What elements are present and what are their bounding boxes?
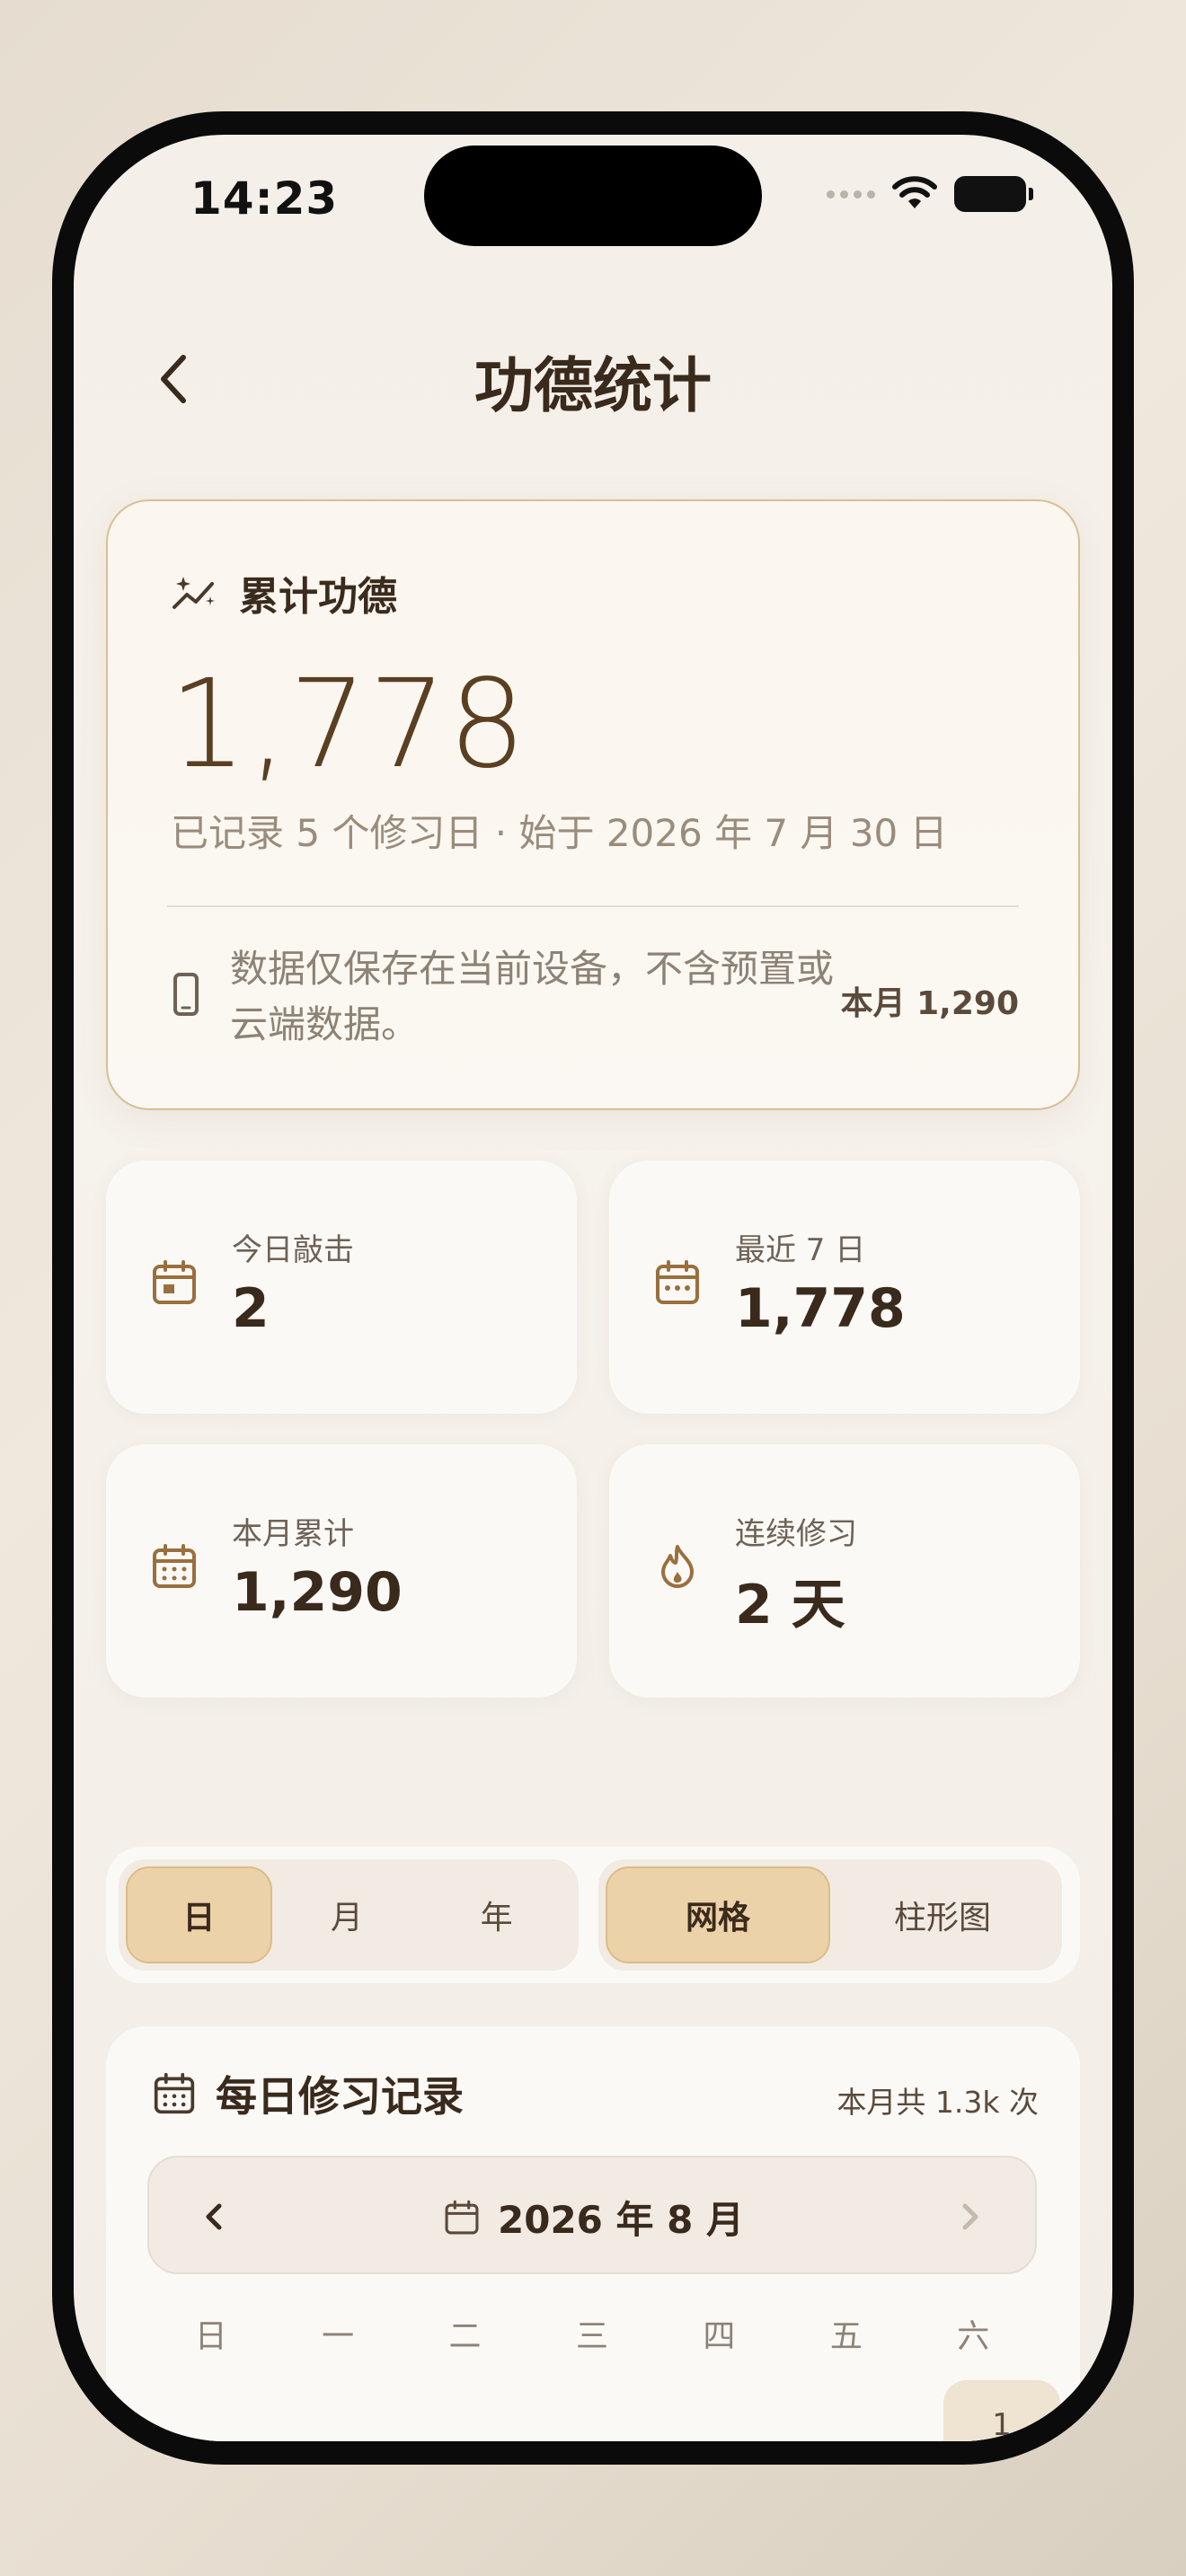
phone-icon <box>173 973 199 1016</box>
next-month-button[interactable] <box>951 2190 990 2244</box>
weekday-header: 日 一 二 三 四 五 六 <box>147 2310 1037 2357</box>
sparkle-trend-icon <box>173 577 215 609</box>
record-header: 每日修习记录 <box>153 2064 464 2123</box>
stat-card-streak: 连续修习 2 天 <box>609 1444 1080 1698</box>
calendar-week-icon <box>656 1260 699 1304</box>
battery-icon <box>954 176 1033 212</box>
stat-value: 1,778 <box>735 1277 906 1340</box>
stat-value: 1,290 <box>232 1561 403 1624</box>
record-total: 本月共 1.3k 次 <box>836 2085 1039 2120</box>
calendar-icon <box>445 2200 479 2234</box>
screen: 14:23 功德统计 累计功德 1,778 已记录 5 个修习日 · 始于 20… <box>74 135 1112 2441</box>
stat-label: 最近 7 日 <box>735 1232 866 1268</box>
stat-value: 2 天 <box>735 1574 845 1636</box>
stat-card-today: 今日敲击 2 <box>106 1160 577 1414</box>
month-navigator: 2026 年 8 月 <box>147 2156 1037 2274</box>
total-merit-card: 累计功德 1,778 已记录 5 个修习日 · 始于 2026 年 7 月 30… <box>106 499 1080 1110</box>
total-merit-subtitle: 已记录 5 个修习日 · 始于 2026 年 7 月 30 日 <box>171 811 948 855</box>
calendar-day-cell[interactable]: 1 <box>943 2380 1060 2441</box>
weekday-label: 一 <box>322 2318 355 2355</box>
total-merit-value: 1,778 <box>169 654 528 796</box>
calendar-month-icon <box>153 1544 196 1588</box>
daily-record-card: 每日修习记录 本月共 1.3k 次 2026 年 8 月 日 一 二 三 四 五… <box>106 2026 1080 2441</box>
calendar-icon <box>153 1260 196 1304</box>
month-text: 2026 年 8 月 <box>498 2198 744 2242</box>
weekday-label: 四 <box>703 2318 736 2355</box>
stat-label: 今日敲击 <box>232 1232 354 1268</box>
segment-year[interactable]: 年 <box>421 1866 571 1963</box>
stat-value: 2 <box>232 1277 270 1340</box>
record-title: 每日修习记录 <box>216 2072 464 2121</box>
storage-note: 数据仅保存在当前设备，不含预置或云端数据。 <box>230 947 835 1046</box>
weekday-label: 三 <box>575 2318 608 2355</box>
wifi-icon <box>892 176 937 208</box>
signal-dots-icon <box>827 190 875 198</box>
weekday-label: 日 <box>194 2318 227 2355</box>
month-total: 本月 1,290 <box>840 985 1019 1022</box>
dynamic-island <box>424 146 762 246</box>
weekday-label: 五 <box>829 2318 863 2355</box>
day-number: 1 <box>992 2407 1012 2441</box>
month-label: 2026 年 8 月 <box>149 2190 1039 2245</box>
calendar-icon <box>154 2072 195 2114</box>
segment-month[interactable]: 月 <box>272 1866 422 1963</box>
status-time: 14:23 <box>190 172 339 225</box>
weekday-label: 二 <box>448 2318 482 2355</box>
stat-card-month: 本月累计 1,290 <box>106 1444 577 1698</box>
flame-icon <box>661 1545 694 1588</box>
status-icons <box>827 176 1033 212</box>
total-merit-label: 累计功德 <box>239 574 397 620</box>
stat-card-week: 最近 7 日 1,778 <box>609 1160 1080 1414</box>
view-segmented-control: 网格 柱形图 <box>598 1859 1062 1971</box>
segment-bar-chart[interactable]: 柱形图 <box>830 1866 1055 1963</box>
segment-grid[interactable]: 网格 <box>606 1866 830 1963</box>
divider <box>167 905 1019 907</box>
page-title: 功德统计 <box>474 351 712 420</box>
weekday-label: 六 <box>957 2318 990 2355</box>
stat-label: 本月累计 <box>232 1516 354 1552</box>
stat-label: 连续修习 <box>735 1516 857 1552</box>
view-controls: 日 月 年 网格 柱形图 <box>106 1847 1080 1983</box>
segment-day[interactable]: 日 <box>126 1866 272 1963</box>
period-segmented-control: 日 月 年 <box>119 1859 579 1971</box>
total-merit-header: 累计功德 <box>171 564 397 622</box>
